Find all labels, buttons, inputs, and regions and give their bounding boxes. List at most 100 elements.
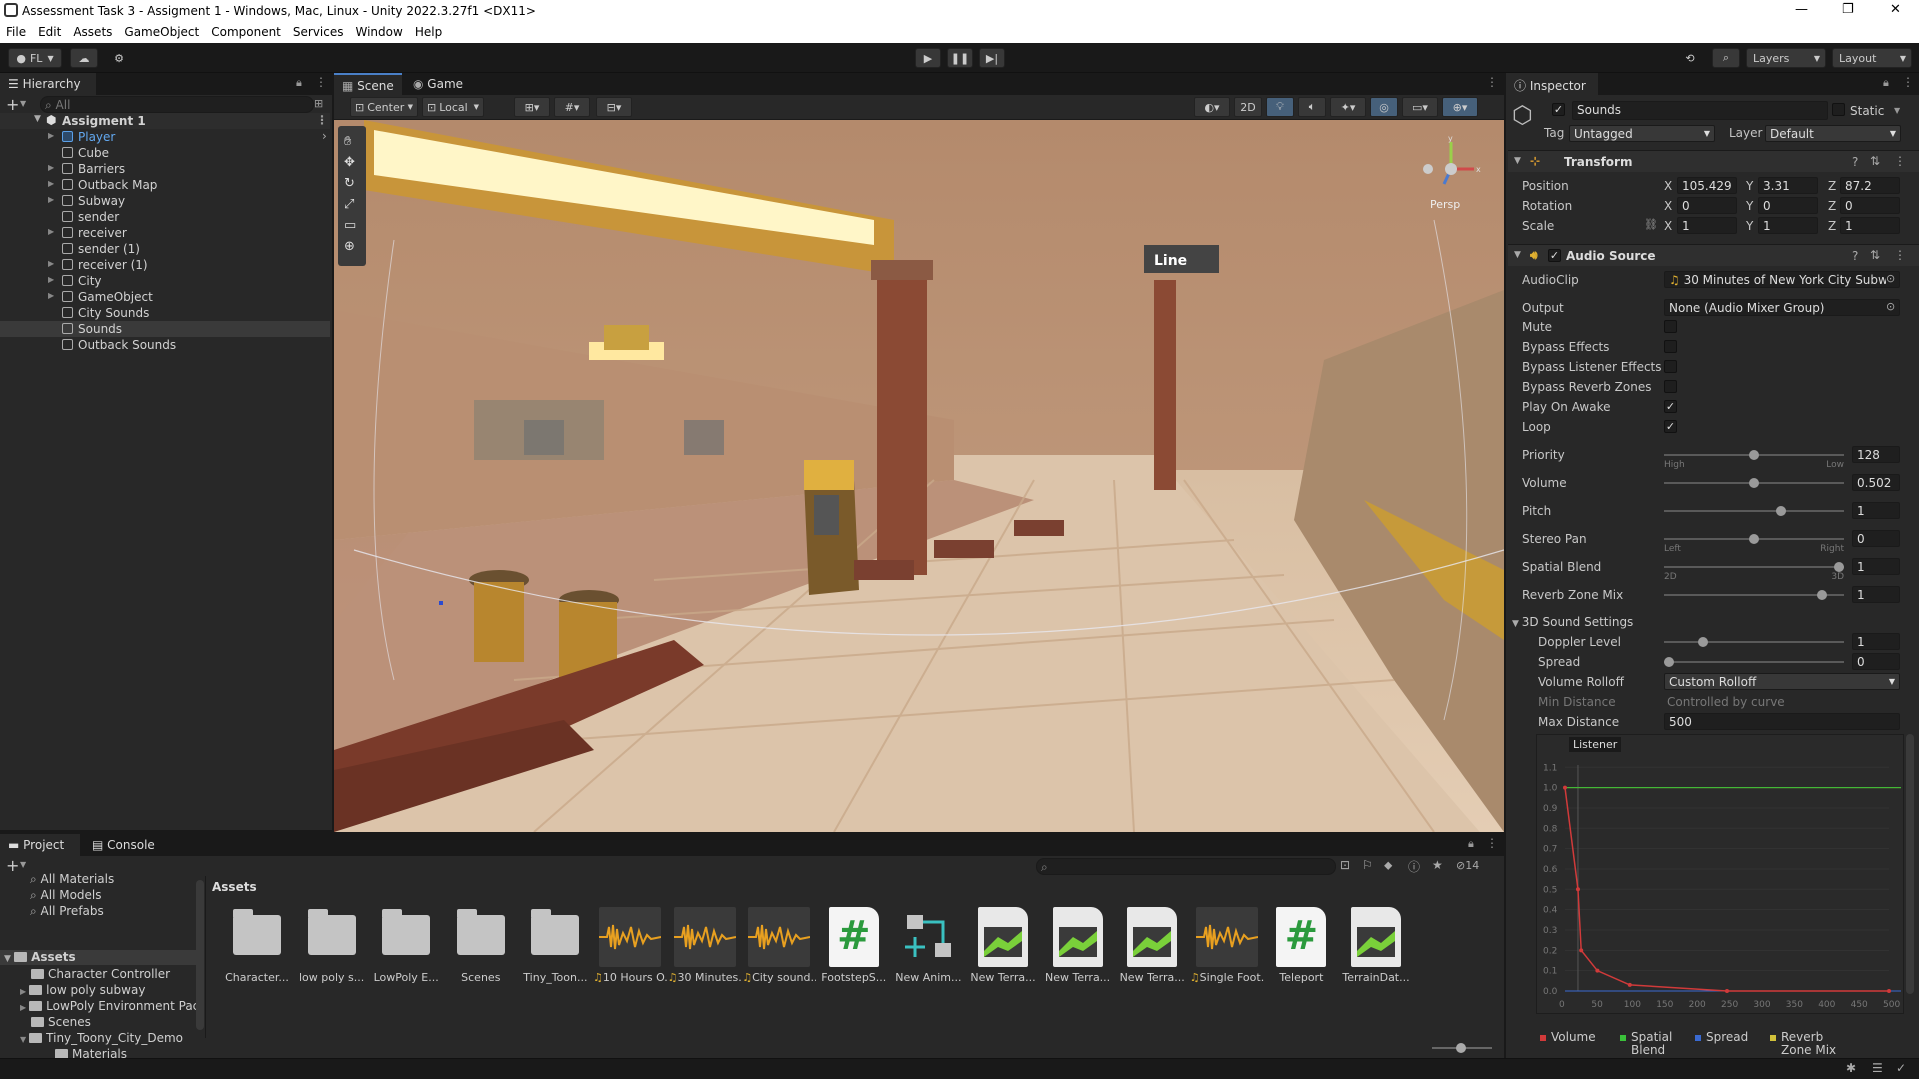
search-filter-icon[interactable]: ⊞ — [314, 97, 323, 110]
history-button[interactable]: ⟲ — [1676, 48, 1704, 68]
value-slider[interactable] — [1664, 562, 1844, 572]
tree-folder-item[interactable]: ▶ low poly subway — [20, 983, 220, 998]
hierarchy-item[interactable]: sender (1) — [0, 241, 330, 257]
expand-arrow-icon[interactable]: ▶ — [48, 179, 54, 188]
curve-key[interactable] — [1563, 785, 1567, 790]
menu-edit[interactable]: Edit — [32, 22, 67, 39]
more-options-icon[interactable]: ⋮ — [1894, 248, 1906, 262]
slider-knob[interactable] — [1749, 478, 1759, 488]
value-slider[interactable] — [1664, 450, 1844, 460]
more-options-icon[interactable]: ⋮ — [1902, 75, 1914, 89]
inspector-scrollbar[interactable] — [1906, 734, 1914, 994]
project-search-input[interactable]: ⌕ — [1036, 858, 1336, 875]
rotation-y-input[interactable]: 0 — [1758, 197, 1818, 214]
maximize-button[interactable]: ❐ — [1842, 2, 1854, 17]
slider-knob[interactable] — [1749, 534, 1759, 544]
menu-services[interactable]: Services — [287, 22, 350, 39]
curve-key[interactable] — [1595, 968, 1600, 973]
value-slider[interactable] — [1664, 478, 1844, 488]
asset-tile[interactable]: Tiny_Toon... — [518, 905, 592, 985]
slider-knob[interactable] — [1776, 506, 1786, 516]
asset-tile[interactable]: New Anim... — [891, 905, 965, 985]
curve-key[interactable] — [1627, 982, 1632, 987]
tree-folder-item[interactable]: ▶ LowPoly Environment Pac — [20, 999, 220, 1014]
object-picker-icon[interactable]: ⊙ — [1886, 272, 1896, 285]
menu-assets[interactable]: Assets — [67, 22, 118, 39]
services-button[interactable]: ⚙ — [106, 48, 132, 68]
toggle-checkbox[interactable] — [1664, 320, 1677, 333]
toggle-checkbox[interactable] — [1664, 360, 1677, 373]
3d-sound-settings-foldout[interactable]: ▼ 3D Sound Settings — [1512, 615, 1633, 629]
orientation-gizmo[interactable]: yx Persp — [1416, 134, 1486, 214]
audio-source-header[interactable]: ▼ 🔊︎ ✓ Audio Source ? ⇅ ⋮ — [1508, 244, 1919, 266]
search-button[interactable]: ⌕ — [1712, 48, 1740, 68]
layers-dropdown[interactable]: Layers ▼ — [1746, 48, 1826, 68]
effects-dropdown[interactable]: ✦▾ — [1330, 97, 1366, 117]
menu-gameobject[interactable]: GameObject — [118, 22, 205, 39]
asset-tile[interactable]: ♫City sound... — [742, 905, 816, 985]
tree-folder-item[interactable]: Scenes — [20, 1015, 220, 1030]
hierarchy-search-input[interactable]: ⌕ All — [40, 96, 314, 113]
active-checkbox[interactable]: ✓ — [1552, 103, 1565, 116]
grid-snap-button[interactable]: ⊞▾ — [514, 97, 550, 117]
tree-scrollbar[interactable] — [196, 880, 204, 1030]
hidden-objects-toggle[interactable]: ◎ — [1370, 97, 1398, 117]
slider-knob[interactable] — [1834, 562, 1844, 572]
object-name-input[interactable]: Sounds — [1572, 101, 1828, 120]
grid-visibility-button[interactable]: #▾ — [554, 97, 590, 117]
tree-assets-root[interactable]: ▼ Assets — [0, 950, 198, 965]
volume-rolloff-dropdown[interactable]: Custom Rolloff ▼ — [1664, 673, 1900, 690]
more-options-icon[interactable]: ⋮ — [316, 113, 328, 127]
chevron-down-icon[interactable]: ▼ — [20, 860, 26, 869]
collapse-arrow-icon[interactable]: ▶ — [20, 987, 26, 996]
curve-key[interactable] — [1579, 948, 1584, 953]
toggle-checkbox[interactable]: ✓ — [1664, 420, 1677, 433]
debug-icon[interactable]: ✱ — [1846, 1061, 1856, 1075]
pause-button[interactable]: ❚❚ — [947, 48, 973, 68]
audio-source-enabled-checkbox[interactable]: ✓ — [1548, 249, 1561, 262]
pivot-local-dropdown[interactable]: ⊡ Local ▼ — [422, 97, 484, 117]
layout-dropdown[interactable]: Layout ▼ — [1832, 48, 1912, 68]
close-button[interactable]: ✕ — [1890, 2, 1901, 17]
progress-indicator-icon[interactable]: ✓ — [1896, 1061, 1906, 1075]
asset-tile[interactable]: New Terra... — [1115, 905, 1189, 985]
static-checkbox[interactable] — [1832, 103, 1845, 116]
spread-input[interactable]: 0 — [1852, 653, 1900, 670]
slider-value-input[interactable]: 1 — [1852, 586, 1900, 603]
projection-label[interactable]: Persp — [1430, 198, 1460, 211]
slider-knob[interactable] — [1749, 450, 1759, 460]
scale-x-input[interactable]: 1 — [1677, 217, 1737, 234]
scale-z-input[interactable]: 1 — [1840, 217, 1900, 234]
more-options-icon[interactable]: ⋮ — [1486, 75, 1498, 89]
lighting-toggle-button[interactable]: 💡︎ — [1266, 97, 1294, 117]
cloud-button[interactable]: ☁ — [70, 48, 98, 68]
doppler-input[interactable]: 1 — [1852, 633, 1900, 650]
more-options-icon[interactable]: ⋮ — [1486, 836, 1498, 850]
asset-tile[interactable]: low poly s... — [295, 905, 369, 985]
curve-key[interactable] — [1887, 989, 1891, 993]
hidden-packages-toggle[interactable]: ⊘14 — [1456, 859, 1479, 872]
slider-value-input[interactable]: 0 — [1852, 530, 1900, 547]
collapse-arrow-icon[interactable]: ▶ — [20, 1003, 26, 1012]
asset-tile[interactable]: ♫30 Minutes... — [668, 905, 742, 985]
tab-project[interactable]: ▬ Project — [0, 834, 80, 856]
legend-item[interactable]: Volume — [1540, 1031, 1618, 1044]
slider-value-input[interactable]: 1 — [1852, 502, 1900, 519]
chevron-down-icon[interactable]: ▼ — [20, 99, 26, 108]
doppler-slider[interactable] — [1664, 637, 1844, 647]
asset-tile[interactable]: Character... — [220, 905, 294, 985]
expand-arrow-icon[interactable]: ▶ — [48, 195, 54, 204]
constrain-proportions-icon[interactable]: ⛓︎ — [1644, 218, 1658, 231]
tree-folder-item[interactable]: Character Controller — [20, 967, 220, 982]
asset-tile[interactable]: # Teleport — [1264, 905, 1338, 985]
expand-arrow-icon[interactable]: ▶ — [48, 227, 54, 236]
slider-knob[interactable] — [1817, 590, 1827, 600]
step-button[interactable]: ▶| — [979, 48, 1005, 68]
menu-component[interactable]: Component — [205, 22, 287, 39]
value-slider[interactable] — [1664, 590, 1844, 600]
position-y-input[interactable]: 3.31 — [1758, 177, 1818, 194]
help-icon[interactable]: ? — [1852, 249, 1858, 263]
hierarchy-item[interactable]: Outback Sounds — [0, 337, 330, 353]
lock-icon[interactable]: 🔒︎ — [1883, 76, 1889, 90]
output-field[interactable]: None (Audio Mixer Group) — [1664, 299, 1900, 316]
